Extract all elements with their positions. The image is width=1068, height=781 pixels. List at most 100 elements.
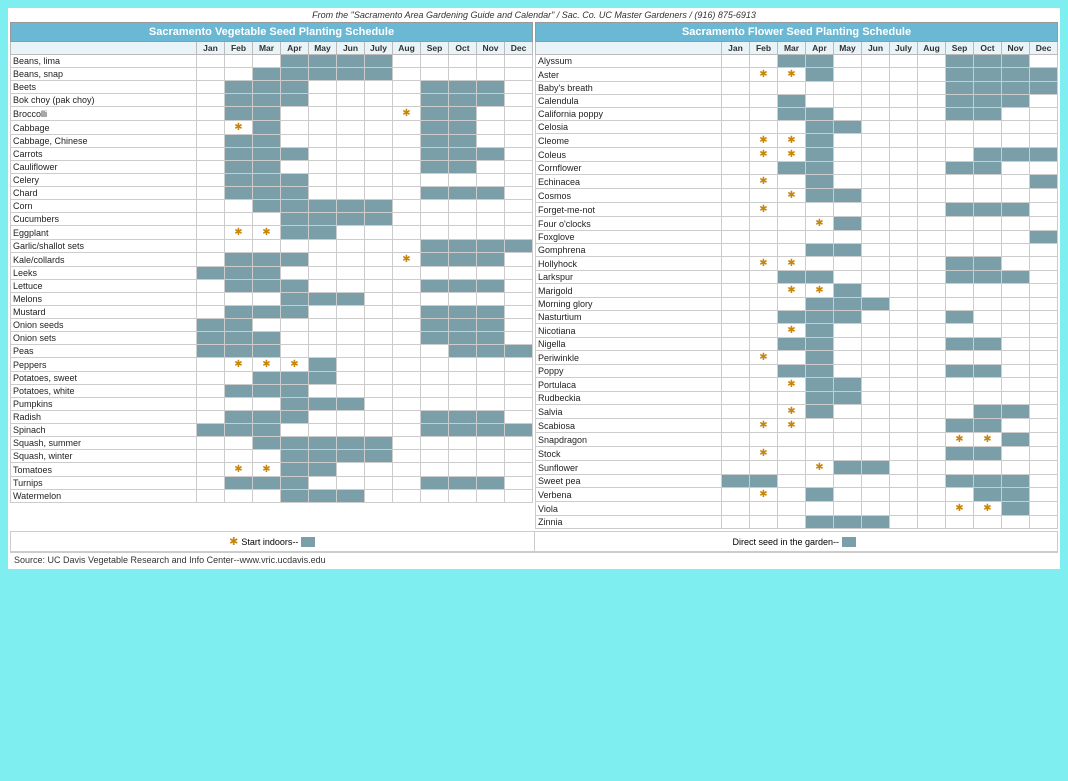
month-cell [225, 306, 253, 319]
month-cell [393, 332, 421, 345]
month-cell [1030, 244, 1058, 257]
month-cell [365, 424, 393, 437]
month-cell [946, 419, 974, 433]
month-cell [750, 461, 778, 475]
month-cell [393, 358, 421, 372]
month-cell [778, 365, 806, 378]
month-cell [946, 108, 974, 121]
month-cell [722, 175, 750, 189]
month-cell [365, 161, 393, 174]
month-cell [421, 55, 449, 68]
month-cell [918, 121, 946, 134]
month-cell [974, 461, 1002, 475]
month-cell [918, 95, 946, 108]
month-cell [337, 161, 365, 174]
month-cell [281, 293, 309, 306]
month-cell [1002, 475, 1030, 488]
month-cell [365, 490, 393, 503]
month-cell [946, 95, 974, 108]
month-cell [225, 187, 253, 200]
month-cell [197, 267, 225, 280]
month-cell [281, 450, 309, 463]
month-cell [806, 338, 834, 351]
month-cell [309, 385, 337, 398]
month-cell [477, 200, 505, 213]
month-cell [309, 68, 337, 81]
table-row: Sweet pea [536, 475, 1058, 488]
month-cell [806, 447, 834, 461]
month-cell [1002, 217, 1030, 231]
month-cell [778, 475, 806, 488]
month-cell [449, 68, 477, 81]
month-cell [722, 447, 750, 461]
month-cell [309, 424, 337, 437]
month-cell [449, 187, 477, 200]
table-row: Larkspur [536, 271, 1058, 284]
month-cell [862, 244, 890, 257]
month-header-oct: Oct [974, 42, 1002, 55]
month-cell [1002, 82, 1030, 95]
table-row: Lettuce [11, 280, 533, 293]
month-cell [1030, 433, 1058, 447]
table-row: Nasturtium [536, 311, 1058, 324]
month-cell [281, 253, 309, 267]
month-cell [890, 298, 918, 311]
month-cell [750, 284, 778, 298]
month-cell [1002, 121, 1030, 134]
month-cell [365, 213, 393, 226]
month-cell [337, 293, 365, 306]
month-cell [974, 95, 1002, 108]
month-cell [225, 450, 253, 463]
month-cell [505, 121, 533, 135]
month-cell [281, 267, 309, 280]
month-cell [393, 463, 421, 477]
month-cell [1002, 257, 1030, 271]
month-cell [862, 82, 890, 95]
month-cell [337, 345, 365, 358]
month-cell [918, 447, 946, 461]
month-cell [778, 217, 806, 231]
plant-name-cell: Leeks [11, 267, 197, 280]
month-cell [197, 385, 225, 398]
month-cell [225, 161, 253, 174]
month-cell [890, 378, 918, 392]
month-cell [393, 280, 421, 293]
month-cell [974, 475, 1002, 488]
month-cell [197, 121, 225, 135]
plant-name-cell: Calendula [536, 95, 722, 108]
month-cell [834, 488, 862, 502]
month-cell [918, 324, 946, 338]
month-cell [918, 365, 946, 378]
month-cell [197, 490, 225, 503]
month-cell [890, 175, 918, 189]
month-cell [337, 81, 365, 94]
month-cell [722, 284, 750, 298]
month-cell [477, 68, 505, 81]
month-cell [862, 475, 890, 488]
month-cell [253, 385, 281, 398]
month-cell [918, 392, 946, 405]
month-cell [225, 81, 253, 94]
plant-name-cell: Aster [536, 68, 722, 82]
month-cell [477, 267, 505, 280]
month-cell [309, 121, 337, 135]
month-cell [1030, 516, 1058, 529]
month-cell [365, 450, 393, 463]
month-cell [806, 351, 834, 365]
month-cell [253, 450, 281, 463]
month-cell [778, 338, 806, 351]
month-cell [393, 68, 421, 81]
table-row: Pumpkins [11, 398, 533, 411]
month-cell [806, 298, 834, 311]
month-cell [309, 200, 337, 213]
month-cell [834, 231, 862, 244]
month-cell [337, 385, 365, 398]
month-cell [225, 107, 253, 121]
month-cell [365, 240, 393, 253]
month-cell [918, 175, 946, 189]
month-cell [890, 284, 918, 298]
month-cell [946, 405, 974, 419]
month-cell [449, 345, 477, 358]
plant-name-cell: Tomatoes [11, 463, 197, 477]
month-cell [1030, 121, 1058, 134]
